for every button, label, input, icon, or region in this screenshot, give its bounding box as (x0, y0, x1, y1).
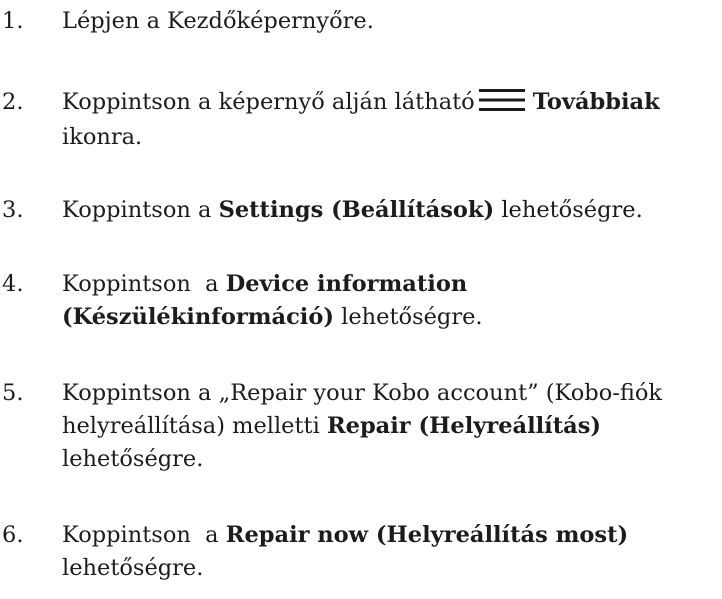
text-run-bold: Repair (Helyreállítás) (326, 413, 602, 439)
step-line: Lépjen a Kezdőképernyőre. (62, 5, 722, 38)
text-run-bold: Settings (Beállítások) (218, 197, 495, 223)
step-number: 4. (2, 271, 24, 297)
text-run: lehetőségre. (334, 304, 483, 330)
step-line: ikonra. (62, 121, 722, 154)
text-run-bold: Továbbiak (532, 89, 660, 115)
step-line: Koppintson a Settings (Beállítások) lehe… (62, 194, 722, 227)
text-run-bold: Repair now (Helyreállítás most) (225, 522, 629, 548)
step-number: 6. (2, 522, 24, 548)
text-run: Koppintson a (62, 522, 226, 548)
step-number: 3. (2, 197, 24, 223)
text-run: Koppintson a képernyő alján látható (62, 89, 475, 115)
text-run: Koppintson a (62, 271, 226, 297)
step-line: Koppintson a Repair now (Helyreállítás m… (62, 519, 722, 552)
step-line: lehetőségre. (62, 443, 722, 476)
text-run: helyreállítása) melletti (62, 413, 327, 439)
step-line: lehetőségre. (62, 552, 722, 585)
step-text: Koppintson a képernyő alján látható Továb… (62, 86, 722, 154)
step-text: Koppintson a Settings (Beállítások) lehe… (62, 194, 722, 227)
text-run: lehetőségre. (494, 197, 643, 223)
text-run: lehetőségre. (62, 555, 204, 581)
step-text: Koppintson a „Repair your Kobo account” … (62, 377, 722, 476)
text-run: Lépjen a Kezdőképernyőre. (62, 8, 374, 34)
text-run-bold: Device information (225, 271, 468, 297)
step-line: Koppintson a „Repair your Kobo account” … (62, 377, 722, 410)
step-number: 2. (2, 89, 24, 115)
text-run: Koppintson a „Repair your Kobo account” … (62, 380, 663, 406)
step-number: 1. (2, 8, 24, 34)
step-text: Lépjen a Kezdőképernyőre. (62, 5, 722, 38)
text-run: Koppintson a (62, 197, 219, 223)
step-line: (Készülékinformáció) lehetőségre. (62, 301, 722, 334)
step-number: 5. (2, 380, 24, 406)
text-run: lehetőségre. (62, 446, 204, 472)
step-line: Koppintson a Device information (62, 268, 722, 301)
step-text: Koppintson a Repair now (Helyreállítás m… (62, 519, 722, 585)
step-line: helyreállítása) melletti Repair (Helyreá… (62, 410, 722, 443)
hamburger-menu-icon (478, 88, 525, 121)
step-text: Koppintson a Device information (Készülé… (62, 268, 722, 334)
instruction-list: 1. Lépjen a Kezdőképernyőre. 2. Koppints… (0, 0, 722, 599)
text-run-bold: (Készülékinformáció) (62, 304, 335, 330)
step-line: Koppintson a képernyő alján látható Továb… (62, 86, 722, 121)
text-run: ikonra. (62, 124, 143, 150)
